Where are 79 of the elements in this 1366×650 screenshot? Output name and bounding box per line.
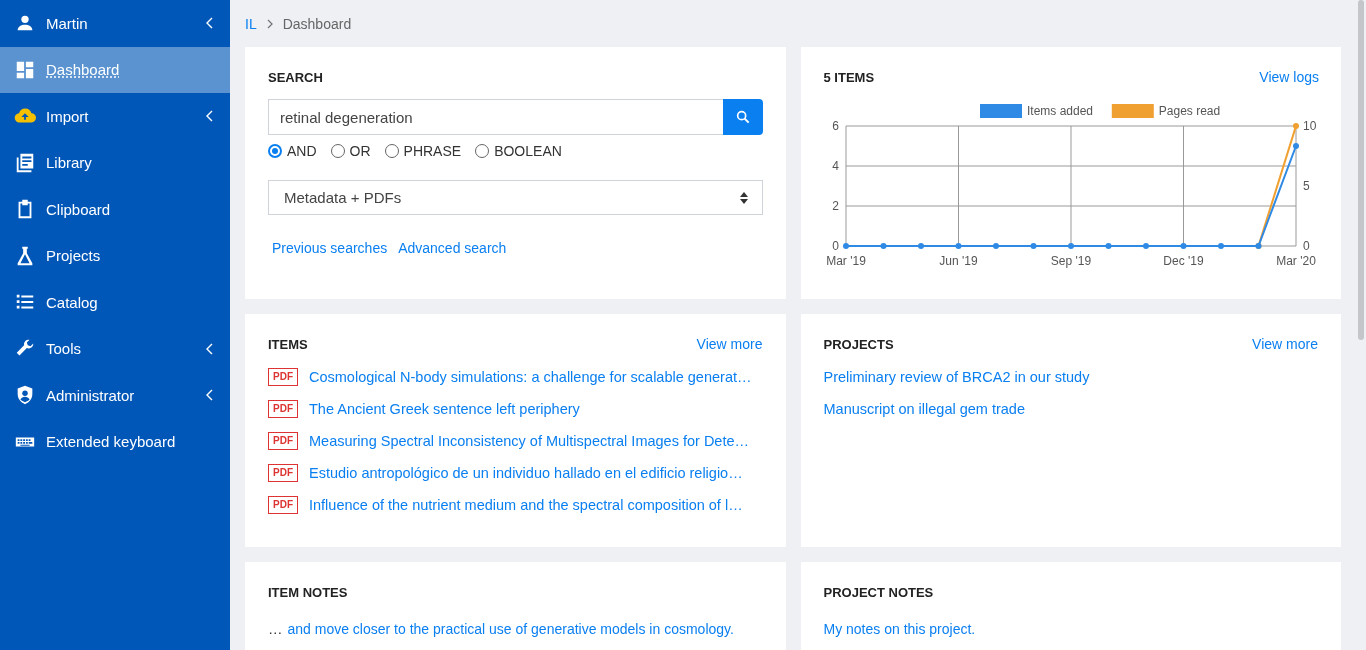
legend-item[interactable]: Items added bbox=[979, 104, 1093, 118]
title-link[interactable]: Influence of the nutrient medium and the spectral composition of l… bbox=[309, 496, 743, 513]
scrollbar[interactable] bbox=[1358, 0, 1364, 340]
legend-label: Items added bbox=[1026, 104, 1093, 118]
file-type-badge: PDF bbox=[268, 367, 298, 386]
data-point bbox=[1105, 243, 1111, 249]
data-point bbox=[1217, 243, 1224, 249]
file-type-badge: PDF bbox=[268, 431, 298, 450]
file-type-badge: PDF bbox=[268, 399, 298, 418]
title-link[interactable]: Estudio antropológico de un individuo hallado en el edificio religio… bbox=[309, 464, 743, 481]
x-axis-label: Dec '19 bbox=[1162, 254, 1204, 268]
chevron-icon bbox=[266, 18, 273, 29]
search-button[interactable] bbox=[722, 99, 763, 135]
sidebar-item[interactable]: Tools bbox=[0, 325, 230, 372]
y-axis-label: 2 bbox=[831, 199, 839, 213]
radio-option[interactable]: OR bbox=[330, 143, 371, 159]
card-title: ITEMS bbox=[268, 336, 308, 352]
data-point bbox=[955, 243, 961, 249]
note-link[interactable]: and move closer to the practical use of generative models in cosmology. bbox=[287, 621, 734, 637]
file-type-badge: PDF bbox=[268, 495, 298, 514]
title-link[interactable]: Measuring Spectral Inconsistency of Multispectral Images for Dete… bbox=[309, 432, 750, 449]
data-point bbox=[880, 243, 886, 249]
search-link[interactable]: Advanced search bbox=[398, 240, 507, 256]
sidebar-item[interactable]: Library bbox=[0, 139, 230, 186]
library-icon bbox=[14, 151, 36, 174]
data-point bbox=[917, 243, 924, 249]
data-point bbox=[1180, 243, 1186, 249]
sidebar-item[interactable]: Catalog bbox=[0, 279, 230, 326]
y-axis-label: 0 bbox=[831, 239, 839, 253]
breadcrumb-link[interactable]: IL bbox=[245, 15, 257, 32]
view-link[interactable]: View more bbox=[696, 336, 763, 352]
card-title: SEARCH bbox=[268, 69, 323, 85]
radio-option[interactable]: PHRASE bbox=[384, 143, 462, 159]
view-link[interactable]: View more bbox=[1252, 336, 1318, 352]
view-link[interactable]: View logs bbox=[1259, 69, 1319, 85]
card-title: ITEM NOTES bbox=[268, 584, 348, 600]
title-link[interactable]: Preliminary review of BRCA2 in our study bbox=[823, 368, 1090, 385]
sidebar-item[interactable]: Projects bbox=[0, 232, 230, 279]
card-title: 5 ITEMS bbox=[823, 69, 875, 85]
x-axis-label: Sep '19 bbox=[1050, 254, 1091, 268]
sidebar-item[interactable]: Clipboard bbox=[0, 186, 230, 233]
sort-caret-icon bbox=[739, 191, 748, 204]
title-link[interactable]: Manuscript on illegal gem trade bbox=[823, 400, 1025, 417]
radio-button[interactable] bbox=[268, 144, 282, 158]
x-axis-label: Mar '20 bbox=[1275, 254, 1316, 268]
breadcrumb-current: Dashboard bbox=[282, 15, 352, 32]
scope-select[interactable]: Metadata + PDFs bbox=[268, 180, 763, 215]
data-point bbox=[1292, 143, 1299, 149]
y-axis-label: 10 bbox=[1302, 119, 1316, 133]
sidebar-item[interactable]: Extended keyboard bbox=[0, 418, 230, 465]
data-point bbox=[1292, 123, 1299, 129]
file-type-badge: PDF bbox=[268, 463, 298, 482]
y-axis-label: 0 bbox=[1302, 239, 1310, 253]
search-link[interactable]: Previous searches bbox=[272, 240, 388, 256]
radio-option[interactable]: BOOLEAN bbox=[475, 143, 562, 159]
legend-label: Pages read bbox=[1158, 104, 1220, 118]
data-point bbox=[1030, 243, 1036, 249]
ellipsis-text: … bbox=[268, 621, 283, 637]
data-point bbox=[992, 243, 999, 249]
x-axis-label: Mar '19 bbox=[825, 254, 866, 268]
radio-option[interactable]: AND bbox=[268, 143, 317, 159]
sidebar-item[interactable]: Martin bbox=[0, 0, 230, 47]
card-title: PROJECTS bbox=[823, 336, 894, 352]
data-point bbox=[1142, 243, 1149, 249]
title-link[interactable]: Cosmological N-body simulations: a challenge for scalable generat… bbox=[309, 368, 752, 385]
x-axis-label: Jun '19 bbox=[938, 254, 978, 268]
search-icon bbox=[734, 109, 751, 125]
y-axis-label: 4 bbox=[831, 159, 839, 173]
y-axis-label: 5 bbox=[1302, 179, 1310, 193]
data-point bbox=[1067, 243, 1074, 249]
sidebar-item[interactable]: Administrator bbox=[0, 372, 230, 419]
title-link[interactable]: The Ancient Greek sentence left periphery bbox=[309, 400, 580, 417]
search-field[interactable]: retinal degeneration bbox=[268, 99, 723, 135]
y-axis-label: 6 bbox=[831, 119, 839, 133]
sidebar-item[interactable]: Import bbox=[0, 93, 230, 140]
note-link[interactable]: My notes on this project. bbox=[823, 621, 976, 637]
data-point bbox=[842, 243, 849, 249]
card-title: PROJECT NOTES bbox=[823, 584, 934, 600]
legend-item[interactable]: Pages read bbox=[1111, 104, 1220, 118]
